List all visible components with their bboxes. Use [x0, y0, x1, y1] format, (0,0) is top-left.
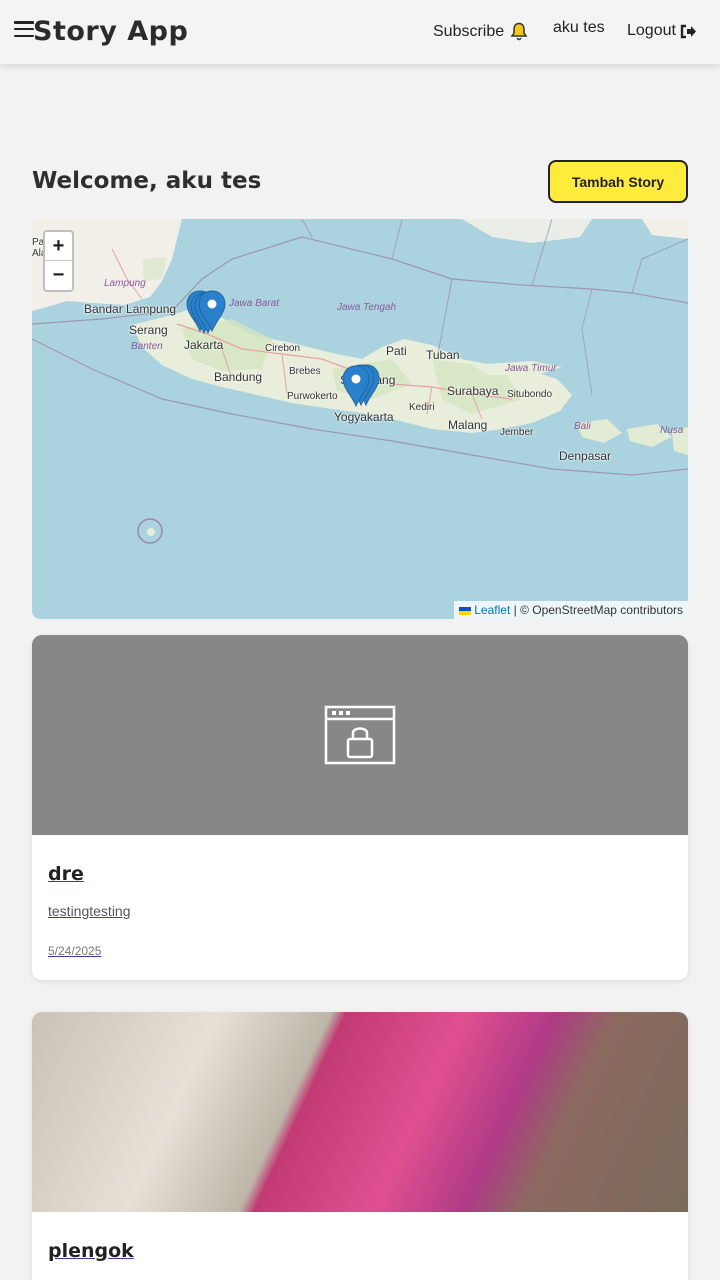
map-label-lampung: Lampung: [104, 278, 146, 289]
map-label-bandung: Bandung: [214, 370, 263, 384]
user-name: aku tes: [553, 19, 605, 36]
logout-button[interactable]: Logout: [627, 22, 697, 40]
map-label-yogyakarta: Yogyakarta: [334, 410, 394, 424]
zoom-in-button[interactable]: +: [45, 232, 72, 261]
map-label-cirebon: Cirebon: [265, 343, 301, 354]
map-label-jawa-tengah: Jawa Tengah: [337, 302, 397, 313]
map-label-banten: Banten: [131, 341, 163, 352]
menu-icon[interactable]: [14, 18, 34, 40]
story-card[interactable]: dre testingtesting 5/24/2025: [32, 635, 688, 980]
map-label-situbondo: Situbondo: [507, 389, 553, 400]
map-label-jakarta: Jakarta: [184, 338, 224, 352]
map-label-denpasar: Denpasar: [559, 449, 612, 463]
map-label-surabaya: Surabaya: [447, 384, 499, 398]
app-title: Story App: [33, 16, 189, 47]
map-label-bandar-lampung: Bandar Lampung: [84, 302, 177, 316]
subscribe-button[interactable]: Subscribe: [433, 22, 528, 42]
map-label-bali: Bali: [574, 421, 591, 432]
map-label-jawa-timur: Jawa Timur: [505, 363, 557, 374]
leaflet-link[interactable]: Leaflet: [474, 603, 510, 617]
story-description: testingtesting: [48, 903, 131, 919]
map-attribution: Leaflet | © OpenStreetMap contributors: [454, 601, 688, 619]
story-date: 5/24/2025: [48, 944, 102, 958]
map-label-brebes: Brebes: [289, 366, 321, 377]
story-title[interactable]: dre: [48, 863, 84, 885]
sign-out-icon: [680, 24, 696, 38]
map-label-semarang: Semarang: [340, 373, 396, 387]
map-label-malang: Malang: [448, 418, 488, 432]
map-label-purwokerto: Purwokerto: [287, 391, 338, 402]
app-header: Story App Subscribe aku tes Logout: [0, 0, 720, 64]
map-label-nusa: Nusa: [660, 425, 684, 436]
story-card[interactable]: plengok: [32, 1012, 688, 1280]
add-story-button[interactable]: Tambah Story: [548, 160, 688, 203]
map-label-jawa-barat: Jawa Barat: [229, 298, 280, 309]
story-map[interactable]: Lampung Bandar Lampung Serang Banten Jak…: [32, 219, 688, 619]
locked-window-icon: [324, 705, 396, 765]
map-label-jember: Jember: [500, 427, 534, 438]
attribution-text: | © OpenStreetMap contributors: [513, 603, 683, 617]
story-image-placeholder: [32, 635, 688, 835]
story-photo: [32, 1012, 688, 1212]
map-label-kediri: Kediri: [409, 402, 435, 413]
subscribe-label: Subscribe: [433, 23, 505, 40]
map-label-serang: Serang: [129, 323, 168, 337]
map-label-tuban: Tuban: [426, 348, 460, 362]
zoom-out-button[interactable]: −: [45, 261, 72, 290]
bell-icon: [510, 22, 528, 41]
logout-label: Logout: [627, 22, 676, 39]
zoom-control: + −: [43, 230, 74, 292]
welcome-heading: Welcome, aku tes: [32, 168, 262, 194]
ukraine-flag-icon: [459, 606, 472, 615]
story-title[interactable]: plengok: [48, 1240, 134, 1262]
map-label-pati: Pati: [386, 344, 407, 358]
